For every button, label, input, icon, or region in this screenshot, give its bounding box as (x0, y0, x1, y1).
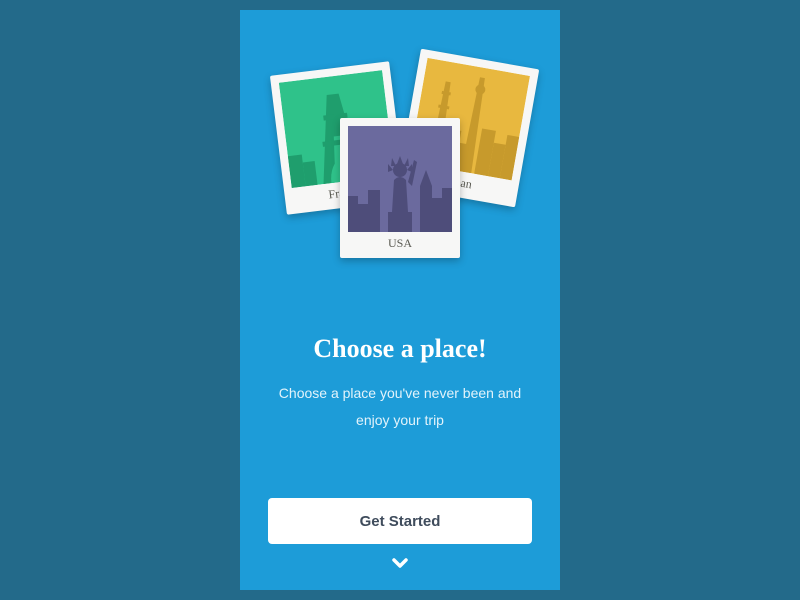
onboarding-screen: France (240, 10, 560, 590)
polaroid-stack: France (268, 50, 532, 290)
page-subtitle: Choose a place you've never been and enj… (268, 380, 532, 433)
get-started-button[interactable]: Get Started (268, 498, 532, 544)
chevron-down-icon[interactable] (392, 558, 408, 570)
polaroid-caption: USA (348, 236, 452, 254)
usa-illustration (348, 126, 452, 232)
page-title: Choose a place! (313, 334, 486, 364)
polaroid-usa[interactable]: USA (340, 118, 460, 258)
cta-label: Get Started (360, 513, 441, 530)
